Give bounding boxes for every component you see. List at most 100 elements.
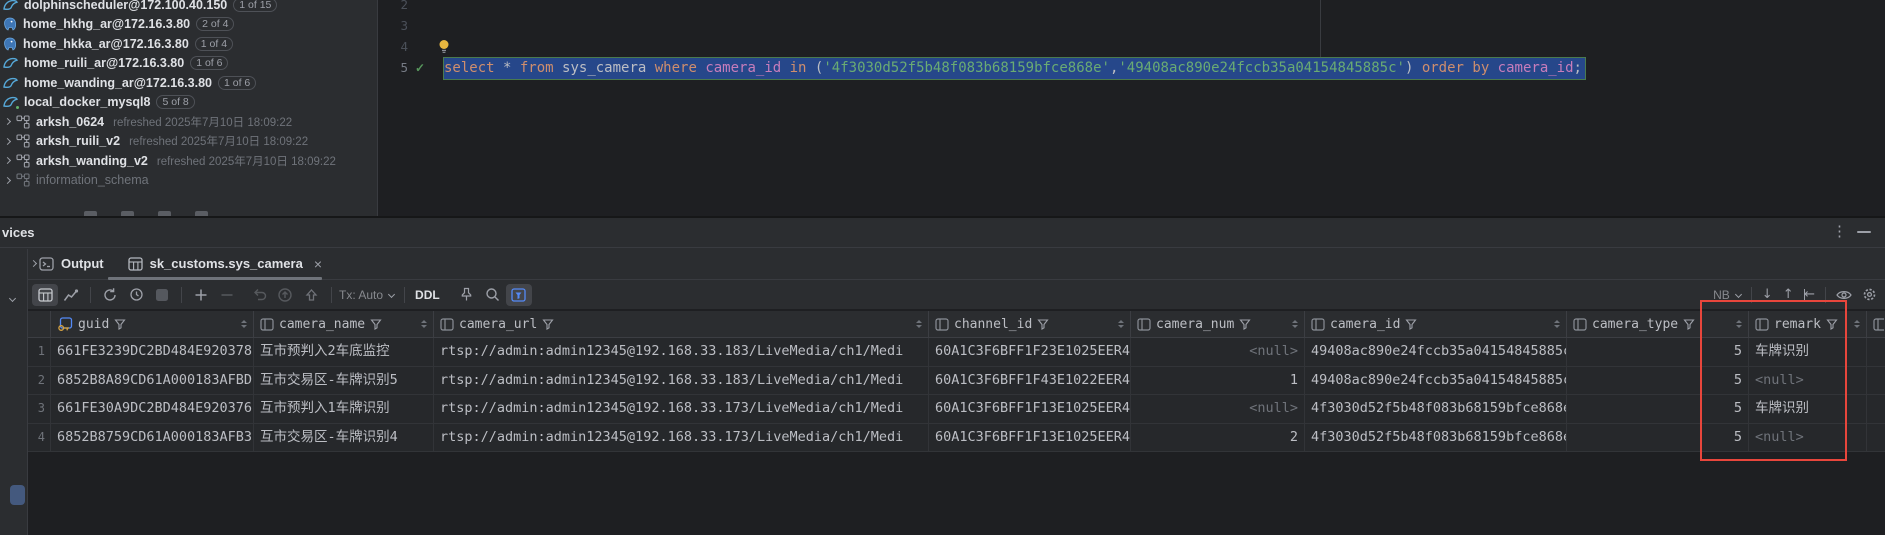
- row-number[interactable]: 1: [28, 338, 51, 366]
- cell-guid[interactable]: 661FE30A9DC2BD484E920376: [51, 395, 254, 423]
- tree-item-schema[interactable]: information_schema: [0, 171, 377, 191]
- cell-camera-name[interactable]: 互市预判入1车牌识别: [254, 395, 434, 423]
- row-number[interactable]: 2: [28, 367, 51, 395]
- filter-icon[interactable]: [370, 318, 382, 330]
- grid-corner[interactable]: [28, 311, 51, 337]
- cell-camera-type[interactable]: 5: [1567, 338, 1749, 366]
- tree-item-connection[interactable]: home_ruili_ar@172.16.3.80 1 of 6: [0, 54, 377, 74]
- intention-bulb-icon[interactable]: [438, 39, 450, 54]
- table-view-button[interactable]: [32, 284, 58, 306]
- sort-icon[interactable]: [1736, 320, 1742, 328]
- sort-icon[interactable]: [916, 320, 922, 328]
- revert-button[interactable]: [246, 284, 272, 306]
- column-header-guid[interactable]: guid: [51, 311, 254, 337]
- cell-guid[interactable]: 6852B8A89CD61A000183AFBD: [51, 367, 254, 395]
- column-header-camera-url[interactable]: camera_url: [434, 311, 929, 337]
- tree-item-connection[interactable]: dolphinscheduler@172.100.40.150 1 of 15: [0, 0, 377, 15]
- close-tab-icon[interactable]: ×: [314, 256, 322, 272]
- tree-item-connection[interactable]: home_hkhg_ar@172.16.3.80 2 of 4: [0, 15, 377, 35]
- first-page-icon[interactable]: ↓: [1762, 287, 1773, 302]
- refresh-button[interactable]: [97, 284, 123, 306]
- cell-camera-num[interactable]: 2: [1131, 424, 1305, 452]
- filter-icon[interactable]: [1683, 318, 1695, 330]
- cell-channel-id[interactable]: 60A1C3F6BFF1F13E1025EER4: [929, 424, 1131, 452]
- view-options-eye-icon[interactable]: [1836, 289, 1852, 301]
- ddl-button[interactable]: DDL: [415, 288, 440, 302]
- cell-camera-id[interactable]: 4f3030d52f5b48f083b68159bfce868e: [1305, 395, 1567, 423]
- cell-camera-type[interactable]: 5: [1567, 367, 1749, 395]
- row-number[interactable]: 3: [28, 395, 51, 423]
- chevron-right-icon[interactable]: [4, 177, 11, 184]
- filter-icon[interactable]: [542, 318, 554, 330]
- cell-camera-type[interactable]: 5: [1567, 424, 1749, 452]
- cell-camera-id[interactable]: 49408ac890e24fccb35a04154845885c: [1305, 367, 1567, 395]
- chevron-right-icon[interactable]: [4, 118, 11, 125]
- filter-icon[interactable]: [1239, 318, 1251, 330]
- cell-guid[interactable]: 6852B8759CD61A000183AFB3: [51, 424, 254, 452]
- filter-icon[interactable]: [1037, 318, 1049, 330]
- column-header-remark[interactable]: remark: [1749, 311, 1867, 337]
- column-header-camera-num[interactable]: camera_num: [1131, 311, 1305, 337]
- tree-item-schema[interactable]: arksh_ruili_v2 refreshed 2025年7月10日 18:0…: [0, 132, 377, 152]
- query-history-icon[interactable]: [123, 284, 149, 306]
- chevron-right-icon[interactable]: [4, 157, 11, 164]
- chevron-right-icon[interactable]: [4, 138, 11, 145]
- cell-camera-num[interactable]: <null>: [1131, 338, 1305, 366]
- chart-view-button[interactable]: [58, 284, 84, 306]
- cell-camera-name[interactable]: 互市交易区-车牌识别5: [254, 367, 434, 395]
- transaction-mode-dropdown[interactable]: Tx: Auto: [339, 288, 394, 302]
- upload-button[interactable]: [298, 284, 324, 306]
- sql-statement[interactable]: select * from sys_camera where camera_id…: [444, 60, 1585, 76]
- sort-icon[interactable]: [241, 320, 247, 328]
- filter-icon[interactable]: [1826, 318, 1838, 330]
- cell-camera-id[interactable]: 49408ac890e24fccb35a04154845885c: [1305, 338, 1567, 366]
- expand-chevron-icon[interactable]: [30, 260, 37, 267]
- cell-remark[interactable]: 车牌识别: [1749, 395, 1867, 423]
- table-row[interactable]: 4 6852B8759CD61A000183AFB3 互市交易区-车牌识别4 r…: [28, 424, 1885, 453]
- sort-icon[interactable]: [1292, 320, 1298, 328]
- pin-tab-icon[interactable]: [454, 284, 480, 306]
- cell-camera-url[interactable]: rtsp://admin:admin12345@192.168.33.173/L…: [434, 424, 929, 452]
- tree-item-connection[interactable]: local_docker_mysql8 5 of 8: [0, 93, 377, 113]
- table-row[interactable]: 1 661FE3239DC2BD484E920378 互市预判入2车底监控 rt…: [28, 338, 1885, 367]
- cell-camera-num[interactable]: <null>: [1131, 395, 1305, 423]
- table-row[interactable]: 3 661FE30A9DC2BD484E920376 互市预判入1车牌识别 rt…: [28, 395, 1885, 424]
- tree-item-schema[interactable]: arksh_0624 refreshed 2025年7月10日 18:09:22: [0, 112, 377, 132]
- sort-icon[interactable]: [1118, 320, 1124, 328]
- cell-camera-url[interactable]: rtsp://admin:admin12345@192.168.33.173/L…: [434, 395, 929, 423]
- cell-camera-type[interactable]: 5: [1567, 395, 1749, 423]
- cell-remark[interactable]: <null>: [1749, 424, 1867, 452]
- column-header-camera-id[interactable]: camera_id: [1305, 311, 1567, 337]
- delete-row-button[interactable]: [214, 284, 240, 306]
- tab-output[interactable]: Output: [39, 256, 104, 271]
- sort-icon[interactable]: [1854, 320, 1860, 328]
- settings-gear-icon[interactable]: [1862, 287, 1877, 302]
- local-filter-toggle[interactable]: [506, 284, 532, 306]
- filter-icon[interactable]: [1405, 318, 1417, 330]
- cell-channel-id[interactable]: 60A1C3F6BFF1F43E1022EER4: [929, 367, 1131, 395]
- cell-channel-id[interactable]: 60A1C3F6BFF1F23E1025EER4: [929, 338, 1131, 366]
- cell-camera-id[interactable]: 4f3030d52f5b48f083b68159bfce868e: [1305, 424, 1567, 452]
- cell-camera-name[interactable]: 互市交易区-车牌识别4: [254, 424, 434, 452]
- tree-item-schema[interactable]: arksh_wanding_v2 refreshed 2025年7月10日 18…: [0, 151, 377, 171]
- cell-camera-num[interactable]: 1: [1131, 367, 1305, 395]
- cell-remark[interactable]: 车牌识别: [1749, 338, 1867, 366]
- submit-button[interactable]: [272, 284, 298, 306]
- collapse-chevron-icon[interactable]: [9, 295, 16, 302]
- cell-channel-id[interactable]: 60A1C3F6BFF1F13E1025EER4: [929, 395, 1131, 423]
- sort-icon[interactable]: [1554, 320, 1560, 328]
- previous-page-icon[interactable]: ↑: [1783, 287, 1794, 302]
- cell-guid[interactable]: 661FE3239DC2BD484E920378: [51, 338, 254, 366]
- table-row[interactable]: 2 6852B8A89CD61A000183AFBD 互市交易区-车牌识别5 r…: [28, 367, 1885, 396]
- export-data-icon[interactable]: ←: [1804, 287, 1815, 302]
- column-header-camera-type[interactable]: camera_type: [1567, 311, 1749, 337]
- column-header-camera-name[interactable]: camera_name: [254, 311, 434, 337]
- stop-button[interactable]: [149, 284, 175, 306]
- tree-item-connection[interactable]: home_hkka_ar@172.16.3.80 1 of 4: [0, 34, 377, 54]
- more-options-icon[interactable]: ⋮: [1832, 223, 1847, 241]
- filter-icon[interactable]: [114, 318, 126, 330]
- tree-item-connection[interactable]: home_wanding_ar@172.16.3.80 1 of 6: [0, 73, 377, 93]
- sql-editor[interactable]: 2 3 4 5 ✓ select * from sys_camera where…: [379, 0, 1885, 216]
- add-row-button[interactable]: [188, 284, 214, 306]
- cell-camera-url[interactable]: rtsp://admin:admin12345@192.168.33.183/L…: [434, 367, 929, 395]
